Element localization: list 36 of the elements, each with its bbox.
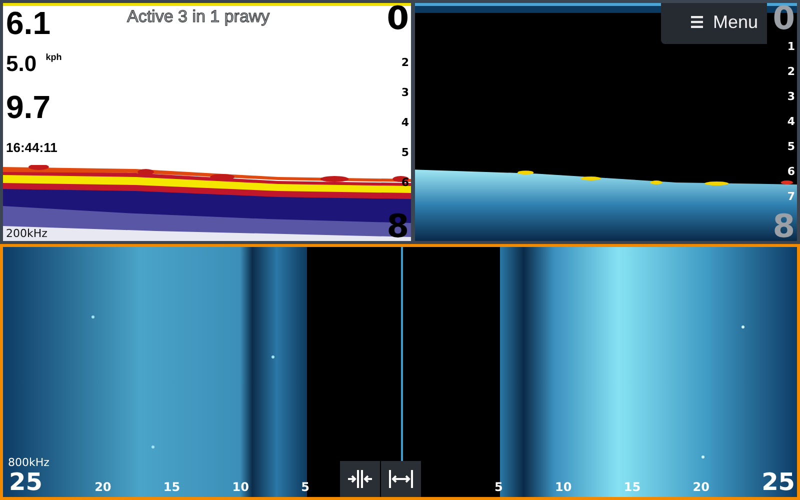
- frequency-label: 800kHz: [8, 456, 50, 469]
- range-label: 20: [692, 480, 710, 494]
- depth-label: 2: [787, 65, 795, 78]
- arrows-inward-icon: [346, 468, 372, 490]
- data-readout: 16:44:11: [6, 141, 58, 154]
- pane-title: Active 3 in 1 prawy: [127, 7, 270, 27]
- range-label: 15: [624, 480, 641, 494]
- zoom-out-button[interactable]: [380, 461, 420, 497]
- range-label: 25: [9, 470, 42, 494]
- depth-label: 0: [386, 3, 409, 33]
- depth-label: 4: [787, 115, 795, 128]
- range-label: 15: [163, 480, 180, 494]
- arrows-outward-icon: [388, 468, 414, 490]
- depth-label: 5: [401, 146, 409, 158]
- depth-label: 7: [787, 190, 795, 203]
- range-label: 10: [555, 480, 572, 494]
- range-label: 10: [232, 480, 249, 494]
- frequency-label: 200kHz: [6, 227, 48, 240]
- range-label: 25: [762, 470, 795, 494]
- menu-button[interactable]: Menu: [661, 3, 767, 44]
- depth-label: 3: [401, 86, 409, 98]
- depth-label: 1: [787, 40, 795, 53]
- range-label: 5: [301, 480, 310, 494]
- data-readout: 9.7: [6, 91, 52, 127]
- data-readout: 5.0 kph: [6, 53, 62, 78]
- depth-label: 6: [787, 165, 795, 178]
- depth-label: 2: [401, 56, 409, 68]
- depth-label: 8: [386, 211, 409, 241]
- menu-icon: [691, 16, 703, 28]
- range-label: 20: [94, 480, 112, 494]
- depth-label: 8: [772, 211, 795, 241]
- zoom-in-button[interactable]: [340, 461, 380, 497]
- depth-label: 5: [787, 140, 795, 153]
- depth-label: 4: [401, 116, 409, 128]
- depth-label: 3: [787, 90, 795, 103]
- data-readout: 6.1: [6, 7, 52, 43]
